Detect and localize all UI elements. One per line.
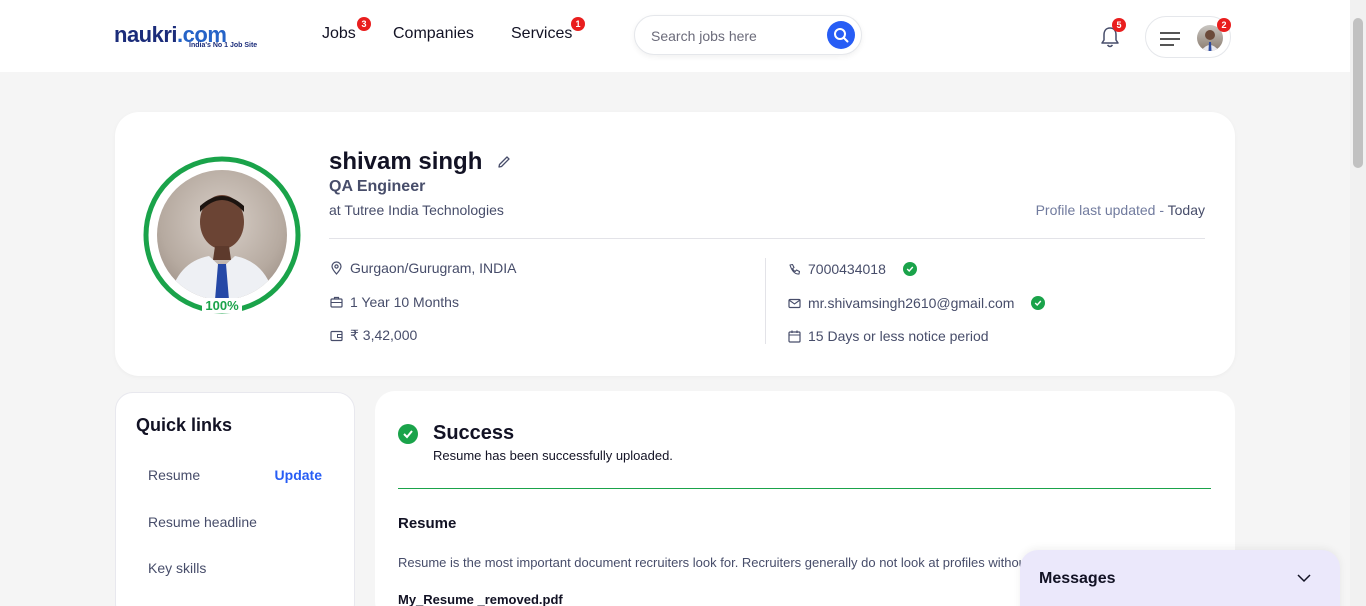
search-input[interactable]: Search jobs here: [651, 28, 757, 44]
updated-label: Profile last updated -: [1035, 202, 1168, 218]
profile-divider: [329, 238, 1205, 239]
nav-companies-label: Companies: [393, 25, 474, 42]
nav-jobs-label: Jobs: [322, 25, 356, 42]
email-verified-icon: [1031, 296, 1046, 310]
messages-title: Messages: [1039, 570, 1116, 587]
experience-detail: 1 Year 10 Months: [330, 294, 459, 310]
profile-card: 100% shivam singh QA Engineer at Tutree …: [115, 112, 1235, 376]
success-title: Success: [433, 422, 515, 444]
mail-icon: [788, 298, 801, 308]
messages-panel[interactable]: Messages: [1020, 550, 1340, 606]
location-text: Gurgaon/Gurugram, INDIA: [350, 260, 517, 276]
nav-services[interactable]: Services: [511, 25, 572, 43]
nav-services-label: Services: [511, 25, 573, 42]
resume-update-link[interactable]: Update: [275, 467, 322, 483]
email-text: mr.shivamsingh2610@gmail.com: [808, 295, 1015, 311]
jobs-badge: 3: [357, 17, 371, 31]
wallet-icon: [330, 330, 343, 341]
search-bar[interactable]: Search jobs here: [634, 15, 862, 55]
salary-text: ₹ 3,42,000: [350, 327, 418, 343]
nav-companies[interactable]: Companies: [393, 25, 474, 43]
profile-photo[interactable]: [157, 170, 287, 300]
notice-text: 15 Days or less notice period: [808, 328, 989, 344]
success-message: Resume has been successfully uploaded.: [433, 448, 673, 463]
profile-completion-percent: 100%: [202, 298, 242, 313]
chevron-down-icon[interactable]: [1296, 570, 1312, 586]
page-scrollbar[interactable]: [1350, 0, 1366, 606]
briefcase-icon: [330, 296, 343, 308]
profile-designation: QA Engineer: [329, 178, 426, 195]
profile-column-divider: [765, 258, 766, 344]
naukri-logo[interactable]: naukri.com India's No 1 Job Site: [114, 22, 264, 52]
logo-text: naukri: [114, 22, 178, 47]
phone-verified-icon: [902, 262, 917, 276]
resume-file-name[interactable]: My_Resume _removed.pdf: [398, 592, 563, 606]
resume-heading: Resume: [398, 515, 457, 532]
email-detail: mr.shivamsingh2610@gmail.com: [788, 295, 1046, 311]
quick-link-key-skills[interactable]: Key skills: [148, 560, 206, 576]
calendar-icon: [788, 330, 801, 343]
edit-icon[interactable]: [496, 154, 512, 170]
logo-tagline: India's No 1 Job Site: [189, 42, 258, 49]
updated-value: Today: [1167, 202, 1205, 218]
location-detail: Gurgaon/Gurugram, INDIA: [330, 260, 517, 276]
quick-links-title: Quick links: [136, 415, 233, 435]
quick-links-panel: Quick links Resume Update Resume headlin…: [115, 392, 355, 606]
success-check-icon: [398, 424, 418, 444]
menu-badge: 2: [1217, 18, 1231, 32]
success-divider: [398, 488, 1211, 489]
phone-text: 7000434018: [808, 261, 886, 277]
profile-name: shivam singh: [329, 148, 483, 175]
top-header: naukri.com India's No 1 Job Site Jobs 3 …: [0, 0, 1350, 72]
services-badge: 1: [571, 17, 585, 31]
hamburger-icon: [1160, 32, 1180, 50]
location-icon: [331, 261, 342, 275]
experience-text: 1 Year 10 Months: [350, 294, 459, 310]
quick-link-resume[interactable]: Resume: [148, 467, 200, 483]
scrollbar-thumb[interactable]: [1353, 18, 1363, 168]
salary-detail: ₹ 3,42,000: [330, 327, 417, 344]
search-icon: [834, 28, 849, 43]
quick-link-resume-headline[interactable]: Resume headline: [148, 514, 257, 530]
phone-icon: [789, 263, 801, 275]
resume-description: Resume is the most important document re…: [398, 555, 1038, 570]
profile-company: at Tutree India Technologies: [329, 202, 504, 218]
phone-detail: 7000434018: [788, 261, 917, 277]
notification-badge: 5: [1112, 18, 1126, 32]
search-button[interactable]: [827, 21, 855, 49]
nav-jobs[interactable]: Jobs: [322, 25, 356, 43]
notice-detail: 15 Days or less notice period: [788, 328, 989, 344]
profile-last-updated: Profile last updated - Today: [1036, 202, 1205, 218]
